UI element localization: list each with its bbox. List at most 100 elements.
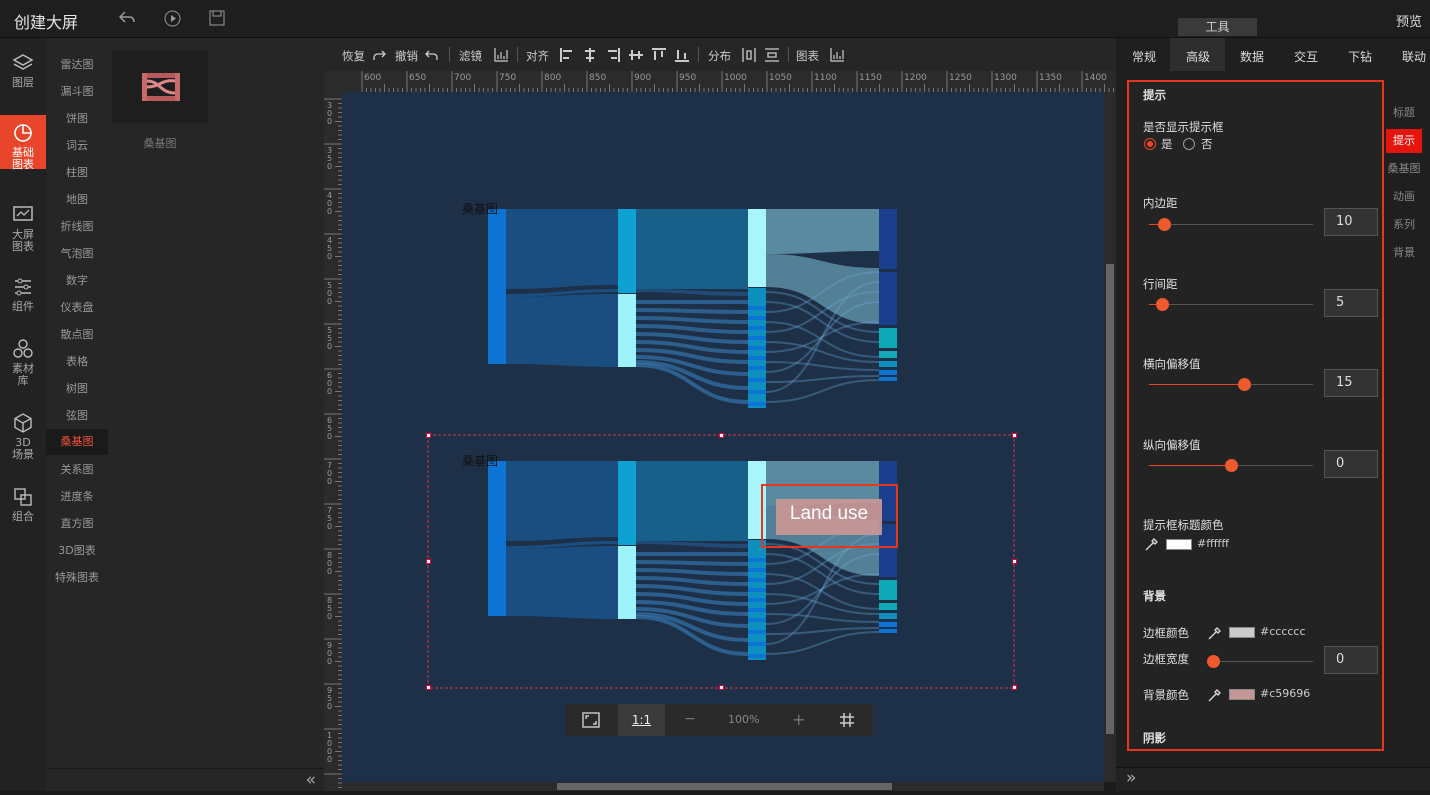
undo-button[interactable]: 撤销 <box>395 48 418 64</box>
category-wordcloud[interactable]: 词云 <box>46 137 108 153</box>
x-offset-slider[interactable] <box>1149 378 1313 391</box>
save-icon[interactable] <box>209 10 225 30</box>
category-histogram[interactable]: 直方图 <box>46 515 108 531</box>
category-progress[interactable]: 进度条 <box>46 488 108 504</box>
resize-handle-l[interactable] <box>426 559 431 564</box>
align-vcenter-icon[interactable] <box>629 47 643 66</box>
eyedropper-icon[interactable] <box>1144 537 1158 556</box>
padding-input[interactable]: 10 <box>1324 208 1378 236</box>
distribute-h-icon[interactable] <box>742 47 756 66</box>
line-gap-slider-knob[interactable] <box>1156 298 1169 311</box>
resize-handle-bl[interactable] <box>426 685 431 690</box>
tab-general[interactable]: 常规 <box>1132 48 1156 65</box>
category-funnel[interactable]: 漏斗图 <box>46 83 108 99</box>
y-offset-slider-knob[interactable] <box>1225 459 1238 472</box>
category-map[interactable]: 地图 <box>46 191 108 207</box>
category-3d[interactable]: 3D图表 <box>46 542 108 558</box>
category-tree[interactable]: 树图 <box>46 380 108 396</box>
sankey-thumbnail[interactable] <box>112 51 208 123</box>
nav-materials[interactable]: 素材库 <box>0 338 46 392</box>
sankey-chart-1[interactable] <box>486 207 899 410</box>
undo-icon[interactable] <box>425 47 439 66</box>
grid-icon[interactable] <box>840 712 854 731</box>
line-gap-input[interactable]: 5 <box>1324 289 1378 317</box>
title-color-swatch[interactable] <box>1166 539 1192 550</box>
zoom-1to1-button[interactable]: 1:1 <box>618 704 665 736</box>
resize-handle-r[interactable] <box>1012 559 1017 564</box>
category-radar[interactable]: 雷达图 <box>46 56 108 72</box>
border-width-slider[interactable] <box>1207 655 1313 668</box>
redo-icon[interactable] <box>372 47 386 66</box>
nav-group[interactable]: 组合 <box>0 486 46 530</box>
align-top-icon[interactable] <box>652 47 666 66</box>
horizontal-scrollbar[interactable] <box>342 782 1104 791</box>
x-offset-input[interactable]: 15 <box>1324 369 1378 397</box>
side-tab-series[interactable]: 系列 <box>1386 213 1422 237</box>
category-sankey[interactable]: 桑基图 <box>46 429 108 455</box>
padding-slider-knob[interactable] <box>1158 218 1171 231</box>
category-bubble[interactable]: 气泡图 <box>46 245 108 261</box>
nav-layers[interactable]: 图层 <box>0 52 46 100</box>
preview-button[interactable]: 预览 <box>1396 11 1422 30</box>
category-number[interactable]: 数字 <box>46 272 108 288</box>
restore-button[interactable]: 恢复 <box>342 48 365 64</box>
category-scatter[interactable]: 散点图 <box>46 326 108 342</box>
tab-drilldown[interactable]: 下钻 <box>1348 48 1372 65</box>
nav-components[interactable]: 组件 <box>0 276 46 320</box>
vertical-scrollbar[interactable] <box>1104 92 1116 782</box>
y-offset-input[interactable]: 0 <box>1324 450 1378 478</box>
eyedropper-icon[interactable] <box>1207 688 1221 707</box>
align-bottom-icon[interactable] <box>675 47 689 66</box>
side-tab-animation[interactable]: 动画 <box>1386 185 1422 209</box>
border-width-input[interactable]: 0 <box>1324 646 1378 674</box>
category-line[interactable]: 折线图 <box>46 218 108 234</box>
nav-basic-charts[interactable]: 基础图表 <box>0 115 46 171</box>
play-icon[interactable] <box>164 10 181 31</box>
category-graph[interactable]: 关系图 <box>46 461 108 477</box>
double-chevron-left-icon[interactable]: « <box>306 770 316 790</box>
align-center-icon[interactable] <box>583 47 597 66</box>
zoom-in-button[interactable]: + <box>792 710 805 729</box>
tab-data[interactable]: 数据 <box>1240 48 1264 65</box>
sankey-chart-2[interactable] <box>486 459 899 662</box>
side-tab-title[interactable]: 标题 <box>1386 101 1422 125</box>
align-right-icon[interactable] <box>606 47 620 66</box>
eyedropper-icon[interactable] <box>1207 626 1221 645</box>
border-color-swatch[interactable] <box>1229 627 1255 638</box>
resize-handle-tr[interactable] <box>1012 433 1017 438</box>
nav-3d-scene[interactable]: 3D场景 <box>0 412 46 466</box>
side-tab-background[interactable]: 背景 <box>1386 241 1422 265</box>
radio-yes[interactable] <box>1144 138 1156 150</box>
line-gap-slider[interactable] <box>1149 298 1313 311</box>
resize-handle-tl[interactable] <box>426 433 431 438</box>
double-chevron-right-icon[interactable]: » <box>1126 768 1136 788</box>
y-offset-slider[interactable] <box>1149 459 1313 472</box>
filter-chart-icon[interactable] <box>494 47 509 66</box>
nav-screen-charts[interactable]: 大屏图表 <box>0 204 46 258</box>
fit-screen-icon[interactable] <box>582 712 600 732</box>
padding-slider[interactable] <box>1149 218 1313 231</box>
zoom-out-button[interactable]: − <box>684 711 696 727</box>
category-pie[interactable]: 饼图 <box>46 110 108 126</box>
horizontal-scroll-thumb[interactable] <box>557 783 892 790</box>
side-tab-sankey[interactable]: 桑基图 <box>1386 157 1422 181</box>
x-offset-slider-knob[interactable] <box>1238 378 1251 391</box>
design-canvas[interactable]: 桑基图 桑基图 Land use <box>342 92 1104 782</box>
tab-linkage[interactable]: 联动 <box>1402 48 1426 65</box>
side-tab-tooltip[interactable]: 提示 <box>1386 129 1422 153</box>
resize-handle-t[interactable] <box>719 433 724 438</box>
category-special[interactable]: 特殊图表 <box>46 569 108 585</box>
align-left-icon[interactable] <box>560 47 574 66</box>
category-bar[interactable]: 柱图 <box>46 164 108 180</box>
category-table[interactable]: 表格 <box>46 353 108 369</box>
border-width-slider-knob[interactable] <box>1207 655 1220 668</box>
tab-advanced[interactable]: 高级 <box>1186 48 1210 65</box>
back-icon[interactable] <box>118 9 136 31</box>
bg-color-swatch[interactable] <box>1229 689 1255 700</box>
chart-icon[interactable] <box>830 47 845 66</box>
resize-handle-br[interactable] <box>1012 685 1017 690</box>
tab-interaction[interactable]: 交互 <box>1294 48 1318 65</box>
category-gauge[interactable]: 仪表盘 <box>46 299 108 315</box>
resize-handle-b[interactable] <box>719 685 724 690</box>
tools-tab[interactable]: 工具 <box>1178 18 1257 36</box>
